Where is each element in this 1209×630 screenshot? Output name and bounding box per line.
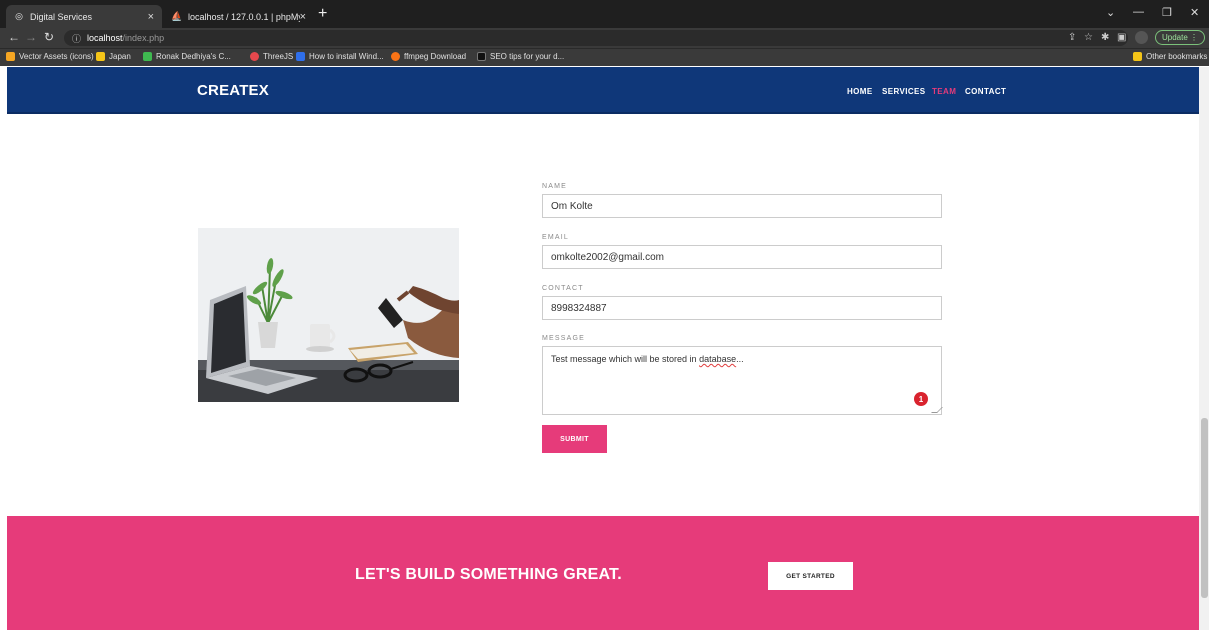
bookmark-item[interactable]: Vector Assets (icons) [6, 52, 94, 61]
email-input[interactable]: omkolte2002@gmail.com [542, 245, 942, 269]
bookmark-icon [6, 52, 15, 61]
new-tab-button[interactable]: + [318, 6, 327, 22]
message-suffix: ... [736, 354, 744, 364]
bookmark-item[interactable]: Japan [96, 52, 131, 61]
message-textarea[interactable]: Test message which will be stored in dat… [542, 346, 942, 415]
contact-photo [198, 228, 459, 402]
url-bar[interactable]: ⓘ localhost /index.php [64, 30, 1128, 46]
bookmark-label: ffmpeg Download [404, 52, 467, 61]
update-label: Update [1161, 33, 1188, 42]
tab-phpmyadmin[interactable]: ⛵ localhost / 127.0.0.1 | phpMyAdr × [164, 5, 314, 28]
folder-icon [96, 52, 105, 61]
address-bar-row: ← → ↻ ⓘ localhost /index.php ⇪ ☆ ✱ ▣ Upd… [0, 28, 1209, 48]
bookmark-item[interactable]: Ronak Dedhiya's C... [143, 52, 231, 61]
bookmark-item[interactable]: ffmpeg Download [391, 52, 466, 61]
minimize-button[interactable]: — [1133, 6, 1144, 18]
browser-tab-strip: ◎ Digital Services × ⛵ localhost / 127.0… [0, 0, 1209, 28]
message-label: MESSAGE [542, 335, 586, 342]
tab-search-icon[interactable]: ⌄ [1106, 6, 1115, 19]
grammar-badge[interactable]: 1 [914, 392, 928, 406]
tab-title: Digital Services [30, 11, 93, 22]
tab-digital-services[interactable]: ◎ Digital Services × [6, 5, 162, 28]
tab-title: localhost / 127.0.0.1 | phpMyAdr [188, 11, 300, 22]
close-window-button[interactable]: ✕ [1190, 6, 1199, 19]
contact-input[interactable]: 8998324887 [542, 296, 942, 320]
bookmarks-bar: Vector Assets (icons) Japan Ronak Dedhiy… [0, 48, 1209, 66]
misspelled-word: database [699, 354, 737, 364]
bookmark-item[interactable]: How to install Wind... [296, 52, 384, 61]
other-bookmarks[interactable]: Other bookmarks [1133, 52, 1207, 61]
profile-avatar[interactable] [1135, 31, 1148, 44]
bookmark-label: ThreeJS [263, 52, 294, 61]
update-button[interactable]: Update ⋮ [1155, 30, 1205, 45]
bookmark-icon [250, 52, 259, 61]
bookmark-icon [391, 52, 400, 61]
bookmark-label: How to install Wind... [309, 52, 384, 61]
url-path: /index.php [122, 33, 165, 43]
email-label: EMAIL [542, 234, 570, 241]
bookmark-label: Japan [109, 52, 131, 61]
close-icon[interactable]: × [148, 11, 154, 23]
nav-services[interactable]: SERVICES [882, 87, 926, 96]
scrollbar-thumb[interactable] [1201, 418, 1208, 598]
message-text: Test message which will be stored in [551, 354, 700, 364]
phpmyadmin-icon: ⛵ [171, 11, 183, 21]
nav-team[interactable]: TEAM [932, 87, 956, 96]
get-started-button[interactable]: GET STARTED [768, 562, 853, 590]
forward-icon[interactable]: → [25, 30, 37, 44]
close-icon[interactable]: × [300, 11, 306, 23]
back-icon[interactable]: ← [8, 30, 20, 44]
name-label: NAME [542, 183, 568, 190]
extensions-icon[interactable]: ✱ [1101, 32, 1109, 43]
star-icon[interactable]: ☆ [1084, 32, 1093, 43]
nav-home[interactable]: HOME [847, 87, 873, 96]
submit-button[interactable]: SUBMIT [542, 425, 607, 453]
sidepanel-icon[interactable]: ▣ [1117, 32, 1126, 43]
bookmark-item[interactable]: ThreeJS [250, 52, 293, 61]
bookmark-label: Ronak Dedhiya's C... [156, 52, 231, 61]
bookmark-label: SEO tips for your d... [490, 52, 565, 61]
bookmark-label: Other bookmarks [1146, 52, 1208, 61]
nav-contact[interactable]: CONTACT [965, 87, 1006, 96]
bookmark-icon [143, 52, 152, 61]
contact-label: CONTACT [542, 285, 584, 292]
cta-headline: LET'S BUILD SOMETHING GREAT. [355, 566, 622, 583]
cta-section: LET'S BUILD SOMETHING GREAT. GET STARTED [7, 516, 1199, 630]
bookmark-icon [296, 52, 305, 61]
share-icon[interactable]: ⇪ [1068, 32, 1076, 43]
globe-icon: ◎ [15, 11, 23, 21]
dev-icon [477, 52, 486, 61]
workspace-illustration [198, 228, 459, 402]
info-icon: ⓘ [72, 33, 82, 44]
reload-icon[interactable]: ↻ [44, 30, 54, 44]
name-input[interactable]: Om Kolte [542, 194, 942, 218]
brand-logo[interactable]: CREATEX [197, 82, 269, 99]
site-navbar: CREATEX HOME SERVICES TEAM CONTACT [7, 67, 1199, 114]
url-host: localhost [87, 33, 123, 43]
bookmark-item[interactable]: SEO tips for your d... [477, 52, 564, 61]
folder-icon [1133, 52, 1142, 61]
bookmark-label: Vector Assets (icons) [19, 52, 94, 61]
restore-button[interactable]: ❐ [1162, 6, 1172, 19]
